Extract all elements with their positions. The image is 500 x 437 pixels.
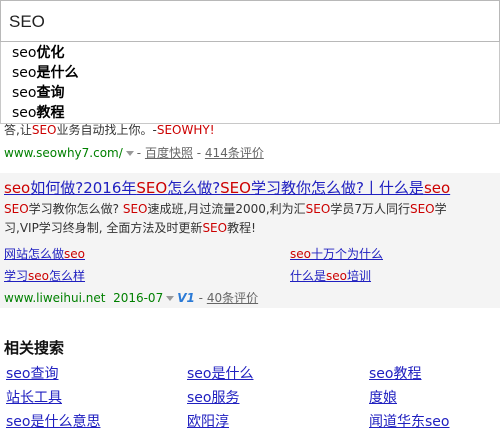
snippet-highlight: SEO bbox=[31, 123, 57, 137]
result1-url-line: www.seowhy7.com/- 百度快照 - 414条评价 bbox=[4, 146, 264, 160]
search-box[interactable] bbox=[0, 0, 500, 42]
suggestion-item[interactable]: seo教程 bbox=[1, 103, 499, 123]
suggestion-rest: 教程 bbox=[36, 105, 65, 121]
text-segment: 怎么做? bbox=[167, 179, 221, 197]
text-segment: 教程! bbox=[227, 221, 256, 235]
text-segment: 学员7万人同行 bbox=[330, 202, 410, 216]
keyword-highlight: seo bbox=[326, 269, 347, 283]
snapshot-link[interactable]: 百度快照 bbox=[145, 146, 193, 160]
suggestion-dropdown: seo优化 seo是什么 seo查询 seo教程 bbox=[0, 42, 500, 124]
snippet-highlight: WHY! bbox=[181, 123, 215, 137]
text-segment: 习,VIP学习终身制, 全面方法及时更新 bbox=[4, 221, 203, 235]
sitelink[interactable]: seo十万个为什么 bbox=[290, 245, 383, 263]
text-segment: 十万个为什么 bbox=[310, 247, 383, 261]
text-segment: 怎么样 bbox=[49, 269, 86, 283]
snippet-line: 习,VIP学习终身制, 全面方法及时更新SEO教程! bbox=[4, 219, 500, 238]
suggestion-rest: 优化 bbox=[36, 45, 65, 61]
text-segment: 如何做?2016年 bbox=[30, 179, 137, 197]
dropdown-arrow-icon[interactable] bbox=[166, 296, 175, 301]
related-link[interactable]: 欧阳淳 bbox=[187, 412, 229, 432]
suggestion-item[interactable]: seo查询 bbox=[1, 83, 499, 103]
keyword-highlight: SEO bbox=[305, 202, 331, 216]
snippet-text: 答,让 bbox=[4, 123, 32, 137]
keyword-highlight: seo bbox=[290, 247, 311, 261]
result2-snippet: SEO学习教你怎么做? SEO速成班,月过流量2000,利为汇SEO学员7万人同… bbox=[4, 200, 500, 238]
reviews-link[interactable]: 40条评价 bbox=[207, 291, 258, 305]
result2-date: 2016-07 bbox=[113, 291, 164, 305]
suggestion-base: seo bbox=[12, 45, 37, 61]
text-segment: 速成班,月过流量2000,利为汇 bbox=[147, 202, 306, 216]
related-link[interactable]: seo是什么意思 bbox=[6, 412, 100, 432]
related-link[interactable]: seo查询 bbox=[6, 364, 58, 384]
keyword-highlight: seo bbox=[4, 179, 31, 197]
v-badge-icon[interactable]: V1 bbox=[177, 291, 195, 305]
keyword-highlight: seo bbox=[28, 269, 49, 283]
snippet-line: SEO学习教你怎么做? SEO速成班,月过流量2000,利为汇SEO学员7万人同… bbox=[4, 200, 500, 219]
related-link[interactable]: seo服务 bbox=[187, 388, 239, 408]
related-link[interactable]: seo教程 bbox=[369, 364, 421, 384]
suggestion-item[interactable]: seo优化 bbox=[1, 43, 499, 63]
related-link[interactable]: 闻道华东seo bbox=[369, 412, 449, 432]
suggestion-item[interactable]: seo是什么 bbox=[1, 63, 499, 83]
text-segment: 培训 bbox=[347, 269, 372, 283]
reviews-link[interactable]: 414条评价 bbox=[205, 146, 264, 160]
keyword-highlight: SEO bbox=[136, 179, 168, 197]
suggestion-rest: 是什么 bbox=[36, 65, 79, 81]
suggestion-base: seo bbox=[12, 105, 37, 121]
keyword-highlight: SEO bbox=[220, 179, 251, 197]
related-link[interactable]: 度娘 bbox=[369, 388, 397, 408]
keyword-highlight: SEO bbox=[409, 202, 435, 216]
sitelink[interactable]: 什么是seo培训 bbox=[290, 267, 371, 285]
keyword-highlight: SEO bbox=[4, 202, 29, 216]
text-segment: 网站怎么做 bbox=[4, 247, 65, 261]
related-link[interactable]: 站长工具 bbox=[6, 388, 62, 408]
text-segment: 学习教你怎么做? bbox=[28, 202, 123, 216]
sitelink[interactable]: 学习seo怎么样 bbox=[4, 267, 85, 285]
suggestion-base: seo bbox=[12, 65, 37, 81]
keyword-highlight: seo bbox=[423, 179, 451, 197]
related-searches: seo查询 seo是什么 seo教程 站长工具 seo服务 度娘 seo是什么意… bbox=[0, 364, 500, 437]
result1-url[interactable]: www.seowhy7.com/ bbox=[4, 146, 123, 160]
result2-url[interactable]: www.liweihui.net bbox=[4, 291, 105, 305]
suggestion-rest: 查询 bbox=[36, 85, 65, 101]
sitelink[interactable]: 网站怎么做seo bbox=[4, 245, 85, 263]
result2: seo如何做?2016年SEO怎么做?SEO学习教你怎么做?丨什么是seo SE… bbox=[0, 173, 500, 308]
keyword-highlight: SEO bbox=[122, 202, 148, 216]
text-segment: 学 bbox=[434, 202, 447, 216]
text-segment: 学习教你怎么做?丨什么是 bbox=[250, 179, 424, 197]
text-segment: 学习 bbox=[4, 269, 29, 283]
result2-url-line: www.liweihui.net 2016-07 V1 - 40条评价 bbox=[4, 291, 259, 305]
suggestion-base: seo bbox=[12, 85, 37, 101]
keyword-highlight: seo bbox=[64, 247, 85, 261]
text-segment: 什么是 bbox=[290, 269, 327, 283]
result2-title[interactable]: seo如何做?2016年SEO怎么做?SEO学习教你怎么做?丨什么是seo bbox=[4, 177, 450, 199]
search-input[interactable] bbox=[9, 8, 489, 36]
snippet-highlight: SEO bbox=[156, 123, 182, 137]
related-link[interactable]: seo是什么 bbox=[187, 364, 253, 384]
snippet-text: 业务自动找上你。- bbox=[56, 123, 157, 137]
keyword-highlight: SEO bbox=[202, 221, 228, 235]
dropdown-arrow-icon[interactable] bbox=[125, 151, 134, 156]
related-searches-title: 相关搜索 bbox=[4, 339, 65, 357]
